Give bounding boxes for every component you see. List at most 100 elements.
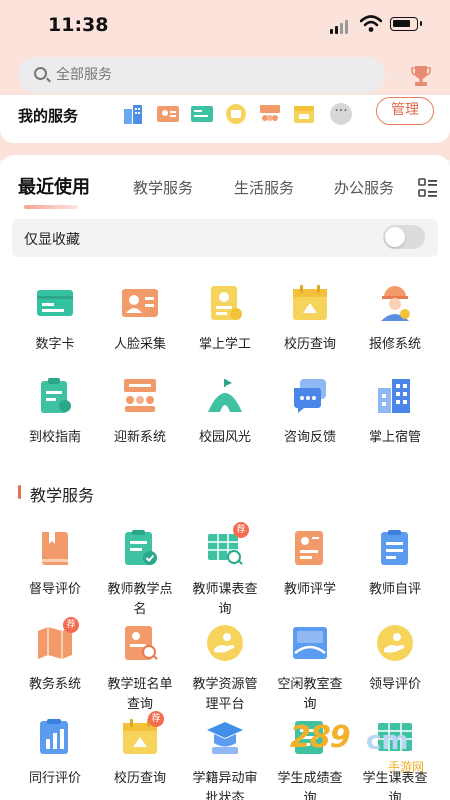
service-label: 校园风光 bbox=[198, 430, 251, 445]
service-label: 迎新系统 bbox=[113, 430, 166, 445]
calendar-mini-icon[interactable] bbox=[292, 103, 316, 125]
welcome-group-icon bbox=[124, 379, 156, 412]
my-services-bar: 我的服务 ··· 管理 bbox=[0, 95, 450, 143]
service-teacher-timetable[interactable]: 荐 教师课表查询 bbox=[181, 522, 269, 620]
manage-button[interactable]: 管理 bbox=[376, 97, 434, 125]
recommend-badge: 荐 bbox=[148, 711, 164, 727]
search-bar[interactable] bbox=[18, 57, 385, 93]
service-leader-eval[interactable]: 领导评价 bbox=[351, 623, 439, 695]
service-label: 教师自评 bbox=[368, 582, 421, 597]
graduation-cap-icon bbox=[207, 722, 243, 754]
campus-tent-icon bbox=[208, 379, 242, 412]
service-repair[interactable]: 报修系统 bbox=[351, 283, 439, 355]
my-services-label: 我的服务 bbox=[18, 107, 79, 125]
service-label: 教务系统 bbox=[28, 677, 81, 692]
calendar-icon bbox=[293, 285, 327, 320]
recommend-badge: 荐 bbox=[233, 522, 249, 538]
category-tabs: 最近使用 教学服务 生活服务 办公服务 bbox=[0, 173, 450, 203]
service-label: 人脸采集 bbox=[113, 337, 166, 352]
service-label: 教师课表查询 bbox=[192, 582, 258, 617]
service-peer-eval[interactable]: 同行评价 bbox=[11, 717, 99, 789]
service-teaching-resources[interactable]: 教学资源管理平台 bbox=[181, 623, 269, 715]
peer-chart-icon bbox=[40, 719, 68, 754]
signal-icon bbox=[330, 20, 350, 34]
favorites-label: 仅显收藏 bbox=[24, 232, 80, 248]
service-campus-view[interactable]: 校园风光 bbox=[181, 376, 269, 448]
service-feedback[interactable]: 咨询反馈 bbox=[266, 376, 354, 448]
active-tab-indicator bbox=[24, 205, 78, 209]
student-work-icon bbox=[211, 286, 242, 320]
service-label: 教学资源管理平台 bbox=[192, 677, 258, 712]
search-icon bbox=[34, 67, 47, 80]
repair-worker-icon bbox=[381, 286, 410, 321]
tab-teaching[interactable]: 教学服务 bbox=[133, 177, 193, 198]
book-icon bbox=[42, 532, 68, 565]
welcome-mini-icon[interactable] bbox=[258, 103, 282, 125]
status-time: 11:38 bbox=[48, 14, 109, 36]
service-label: 教师评学 bbox=[283, 582, 336, 597]
resource-hand-icon bbox=[207, 625, 243, 661]
face-capture-icon bbox=[122, 289, 158, 317]
status-bar: 11:38 bbox=[0, 0, 450, 50]
service-academic-system[interactable]: 荐 教务系统 bbox=[11, 617, 99, 695]
service-teacher-eval-study[interactable]: 教师评学 bbox=[266, 528, 354, 600]
service-free-classroom[interactable]: 空闲教室查询 bbox=[266, 623, 354, 715]
service-face-capture[interactable]: 人脸采集 bbox=[96, 283, 184, 355]
service-label: 校历查询 bbox=[283, 337, 336, 352]
self-evaluation-icon bbox=[381, 530, 408, 565]
service-dormitory[interactable]: 掌上宿管 bbox=[351, 376, 439, 448]
search-input[interactable] bbox=[56, 57, 356, 93]
wifi-icon bbox=[360, 15, 382, 32]
service-label: 学籍异动审批状态 bbox=[192, 771, 258, 800]
service-guide[interactable]: 到校指南 bbox=[11, 376, 99, 448]
site-watermark: 289 cm 手游网 bbox=[290, 720, 425, 774]
service-roll-call[interactable]: 教师教学点名 bbox=[96, 528, 184, 620]
grid-menu-icon[interactable] bbox=[418, 178, 438, 198]
service-label: 数字卡 bbox=[35, 337, 75, 352]
service-supervision[interactable]: 督导评价 bbox=[11, 528, 99, 600]
id-card-icon bbox=[37, 290, 73, 316]
id-card-mini-icon[interactable] bbox=[190, 103, 214, 125]
service-self-eval[interactable]: 教师自评 bbox=[351, 528, 439, 600]
service-label: 掌上学工 bbox=[198, 337, 251, 352]
leader-hand-icon bbox=[377, 625, 413, 661]
service-label: 校历查询 bbox=[113, 771, 166, 786]
service-enrollment-change[interactable]: 学籍异动审批状态 bbox=[181, 717, 269, 800]
tab-life[interactable]: 生活服务 bbox=[234, 177, 294, 198]
classroom-icon bbox=[293, 627, 327, 659]
service-calendar[interactable]: 校历查询 bbox=[266, 283, 354, 355]
trophy-icon[interactable] bbox=[410, 64, 432, 88]
services-panel: 最近使用 教学服务 生活服务 办公服务 仅显收藏 数字卡 人脸采集 掌上学工 校… bbox=[0, 155, 450, 800]
service-welcome[interactable]: 迎新系统 bbox=[96, 376, 184, 448]
chat-bubble-icon bbox=[294, 379, 326, 413]
service-label: 报修系统 bbox=[368, 337, 421, 352]
service-calendar-query[interactable]: 荐 校历查询 bbox=[96, 711, 184, 789]
service-id-card[interactable]: 数字卡 bbox=[11, 283, 99, 355]
battery-icon bbox=[390, 17, 422, 31]
guide-clipboard-icon bbox=[41, 378, 71, 413]
section-marker bbox=[18, 485, 21, 499]
class-list-icon bbox=[125, 626, 158, 660]
evaluation-icon bbox=[295, 531, 323, 565]
student-work-mini-icon[interactable] bbox=[224, 103, 248, 125]
face-capture-mini-icon[interactable] bbox=[156, 103, 180, 125]
service-class-list[interactable]: 教学班名单查询 bbox=[96, 623, 184, 715]
service-label: 空闲教室查询 bbox=[277, 677, 343, 712]
more-services-icon[interactable]: ··· bbox=[330, 103, 352, 125]
roll-call-icon bbox=[125, 530, 157, 565]
favorites-filter: 仅显收藏 bbox=[12, 219, 438, 257]
service-label: 领导评价 bbox=[368, 677, 421, 692]
dormitory-mini-icon[interactable] bbox=[122, 103, 146, 125]
service-label: 掌上宿管 bbox=[368, 430, 421, 445]
favorites-toggle[interactable] bbox=[383, 225, 425, 249]
tab-recent[interactable]: 最近使用 bbox=[18, 173, 90, 199]
service-label: 督导评价 bbox=[28, 582, 81, 597]
service-label: 教学班名单查询 bbox=[107, 677, 173, 712]
service-label: 到校指南 bbox=[28, 430, 81, 445]
recommend-badge: 荐 bbox=[63, 617, 79, 633]
dormitory-building-icon bbox=[378, 379, 410, 413]
tab-office[interactable]: 办公服务 bbox=[334, 177, 394, 198]
service-label: 咨询反馈 bbox=[283, 430, 336, 445]
service-student-work[interactable]: 掌上学工 bbox=[181, 283, 269, 355]
service-label: 教师教学点名 bbox=[107, 582, 173, 617]
